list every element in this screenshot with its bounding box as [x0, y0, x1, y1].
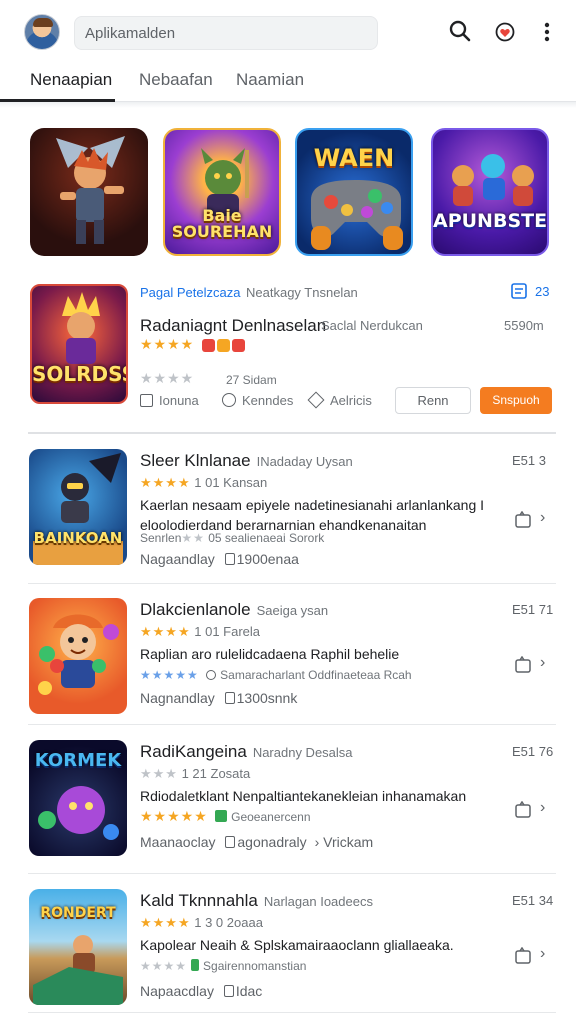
search-input[interactable]: Aplikamalden — [74, 16, 378, 50]
chevron-right-icon[interactable]: › — [540, 945, 545, 963]
meta-row: ★★★★★ Geoeanercenn — [140, 808, 311, 824]
chevron-right-icon[interactable]: › — [540, 799, 545, 817]
clock-icon — [222, 393, 236, 407]
install-button[interactable]: Snspuoh — [480, 387, 552, 414]
app-icon[interactable]: RONDERT — [29, 889, 127, 1005]
app-icon[interactable]: BAINKOAN — [29, 449, 127, 565]
save-icon[interactable] — [514, 510, 532, 529]
divider — [28, 724, 556, 725]
action-share[interactable]: Aelricis — [307, 391, 372, 409]
list-item[interactable]: Dlakcienlanole Saeiga ysan E51 71 ★★★★ 1 … — [0, 598, 576, 738]
app-price: E51 71 — [512, 602, 554, 617]
badge-icon — [217, 339, 230, 352]
app-icon-caption: BAINKOAN — [33, 529, 123, 547]
rating-row: ★★★ 1 21 Zosata — [140, 766, 251, 781]
featured-tile-2[interactable]: Baie SOUREHAN — [163, 128, 281, 256]
app-name[interactable]: Kald Tknnnahla Narlagan Ioadeecs — [140, 891, 373, 911]
info-icon — [140, 394, 153, 407]
action-check[interactable]: Kenndes — [222, 393, 293, 408]
app-category[interactable]: Pagal Petelzcaza — [140, 285, 240, 300]
footer-row: Maanaoclay agonadraly › Vrickam — [140, 834, 374, 850]
app-description: Kapolear Neaih & Splskamairaaoclann glia… — [140, 937, 454, 953]
bookmark-icon[interactable] — [510, 282, 528, 303]
tab-third[interactable]: Naamian — [236, 70, 304, 90]
top-bar: Aplikamalden — [0, 0, 576, 64]
star-rating: ★★★★ — [140, 336, 195, 352]
app-price: E51 76 — [512, 744, 554, 759]
app-description: Raplian aro rulelidcadaena Raphil beheli… — [140, 646, 400, 662]
divider — [28, 1012, 556, 1013]
chevron-right-icon[interactable]: › — [540, 509, 545, 527]
chevron-right-icon[interactable]: › — [540, 654, 545, 672]
meta-row: ★★★★ Sgairennomanstian — [140, 959, 307, 973]
app-name[interactable]: Dlakcienlanole Saeiga ysan — [140, 600, 328, 620]
avatar[interactable] — [24, 14, 60, 50]
app-name[interactable]: Sleer Klnlanae INadaday Uysan — [140, 451, 353, 471]
featured-tile-1[interactable] — [30, 128, 148, 256]
app-price: E51 34 — [512, 893, 554, 908]
action-info[interactable]: Ionuna — [140, 393, 199, 408]
more-vert-icon[interactable] — [534, 18, 560, 46]
app-icon[interactable] — [29, 598, 127, 714]
rating-count: 27 Sidam — [226, 373, 277, 387]
app-icon-caption: KORMEK — [34, 750, 122, 771]
meta-row: ★★★★★ Samaracharlant Oddfinaeteaa Rcah — [140, 668, 412, 682]
save-icon[interactable] — [514, 800, 532, 819]
search-icon[interactable] — [447, 18, 473, 46]
app-name[interactable]: RadiKangeina Naradny Desalsa — [140, 742, 353, 762]
rating-row: ★★★★ 1 01 Kansan — [140, 475, 268, 490]
rating-row: ★★★★ 1 01 Farela — [140, 624, 261, 639]
app-count: 23 — [535, 284, 550, 299]
app-title[interactable]: Radaniagnt Denlnaselan — [140, 316, 326, 336]
tag-icon — [307, 391, 325, 409]
app-icon[interactable]: SOLRDSS — [30, 284, 128, 404]
tab-bar: Nenaapian Nebaafan Naamian — [0, 64, 576, 102]
rating-row: ★★★★ 1 3 0 2oaaa — [140, 915, 263, 930]
save-icon[interactable] — [514, 946, 532, 965]
list-item[interactable]: KORMEK RadiKangeina Naradny Desalsa E51 7… — [0, 740, 576, 880]
meta-row: Senrlen★★ 05 sealienaeai Sorork — [140, 531, 325, 545]
app-price: E51 3 — [512, 453, 546, 468]
tab-second[interactable]: Nebaafan — [139, 70, 213, 90]
badge-icon — [202, 339, 215, 352]
list-item[interactable]: BAINKOAN Sleer Klnlanae INadaday Uysan E5… — [0, 449, 576, 589]
save-icon[interactable] — [514, 655, 532, 674]
app-icon-caption: RONDERT — [40, 905, 116, 921]
featured-tile-3[interactable]: WAEN — [295, 128, 413, 256]
badge-icon — [232, 339, 245, 352]
divider — [28, 583, 556, 584]
app-description: Rdiodaletklant Nenpaltiantekanekleian in… — [140, 788, 467, 804]
heart-icon[interactable] — [492, 18, 518, 46]
divider — [28, 432, 556, 434]
secondary-button[interactable]: Renn — [395, 387, 471, 414]
star-rating: ★★★★ — [140, 370, 195, 386]
footer-row: Napaacdlay Idac — [140, 983, 263, 999]
app-description: Kaerlan nesaam epiyele nadetinesianahi a… — [140, 497, 485, 533]
divider — [0, 102, 576, 108]
tab-home[interactable]: Nenaapian — [30, 70, 112, 90]
app-icon[interactable]: KORMEK — [29, 740, 127, 856]
app-icon-caption: SOLRDSS — [32, 362, 128, 386]
app-subtitle: Saclal Nerdukcan — [321, 318, 423, 333]
featured-caption: Baie SOUREHAN — [171, 206, 273, 241]
divider — [28, 873, 556, 874]
featured-caption: APUNBSTE — [433, 210, 548, 232]
footer-row: Nagaandlay 1900enaa — [140, 551, 299, 567]
list-item[interactable]: RONDERT Kald Tknnnahla Narlagan Ioadeecs … — [0, 889, 576, 1029]
featured-tile-4[interactable]: APUNBSTE — [431, 128, 549, 256]
app-price: 5590m — [504, 318, 544, 333]
footer-row: Nagnandlay 1300snnk — [140, 690, 298, 706]
app-developer: Neatkagy Tnsnelan — [246, 285, 358, 300]
